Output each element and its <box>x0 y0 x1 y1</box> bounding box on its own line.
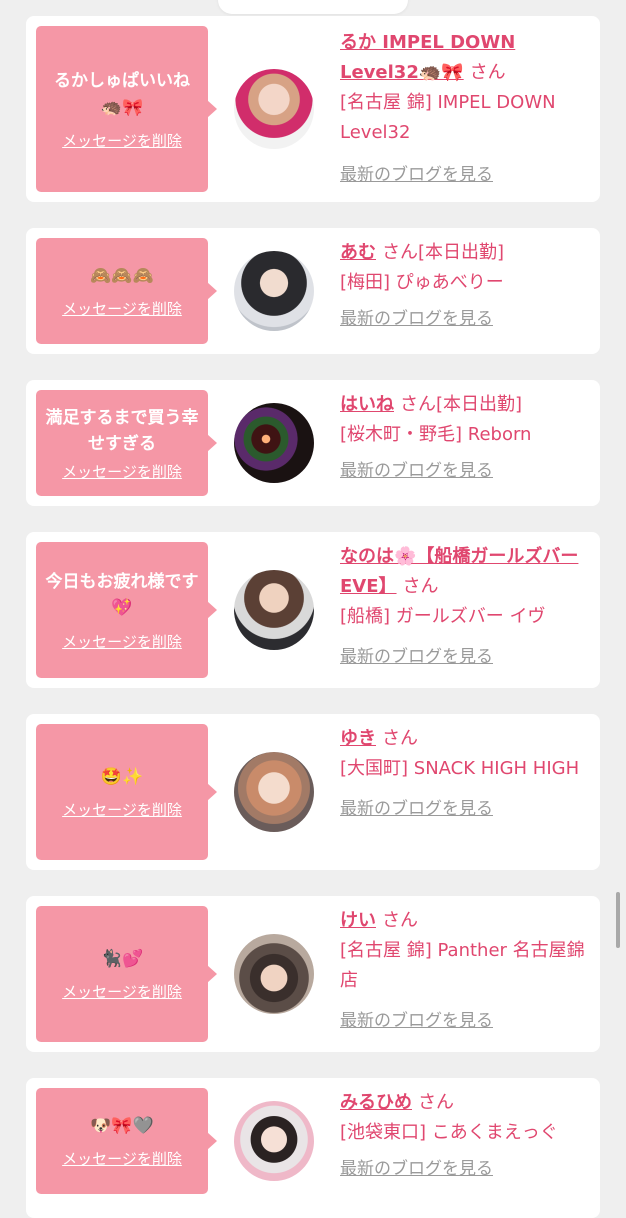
message-text: 今日もお疲れ様です💖 <box>45 571 199 618</box>
card-info: るか IMPEL DOWN Level32🦔🎀 さん [名古屋 錦] IMPEL … <box>340 28 592 190</box>
message-bubble: 🐶🎀🩶 メッセージを削除 <box>36 1088 217 1194</box>
work-status: [本日出勤] <box>418 242 505 263</box>
card-info: ゆき さん [大国町] SNACK HIGH HIGH 最新のブログを見る <box>340 724 592 824</box>
honorific: さん <box>418 1092 454 1113</box>
honorific: さん <box>400 394 436 415</box>
delete-message-link[interactable]: メッセージを削除 <box>62 799 182 820</box>
shop-name: [池袋東口] こあくまえっぐ <box>340 1122 558 1143</box>
delete-message-link[interactable]: メッセージを削除 <box>62 130 182 151</box>
avatar[interactable] <box>234 752 314 832</box>
latest-blog-link[interactable]: 最新のブログを見る <box>340 160 493 190</box>
top-bar-pill <box>218 0 408 14</box>
message-card: 🤩✨ メッセージを削除 ゆき さん [大国町] SNACK HIGH HIGH 最… <box>26 714 600 870</box>
avatar[interactable] <box>234 934 314 1014</box>
scrollbar[interactable] <box>616 892 620 948</box>
message-bubble: 今日もお疲れ様です💖 メッセージを削除 <box>36 542 217 678</box>
honorific: さん <box>469 62 506 83</box>
message-bubble: 🤩✨ メッセージを削除 <box>36 724 217 860</box>
message-text: 満足するまで買う幸せすぎる <box>45 407 199 454</box>
user-name-link[interactable]: はいね <box>340 394 394 415</box>
message-card: るかしゅぱいいね 🦔🎀 メッセージを削除 るか IMPEL DOWN Level… <box>26 16 600 202</box>
avatar[interactable] <box>234 403 314 483</box>
delete-message-link[interactable]: メッセージを削除 <box>62 1148 182 1169</box>
avatar[interactable] <box>234 69 314 149</box>
message-card: 満足するまで買う幸せすぎる メッセージを削除 はいね さん[本日出勤] [桜木町・… <box>26 380 600 506</box>
shop-name: [船橋] ガールズバー イヴ <box>340 606 546 627</box>
shop-name: [名古屋 錦] Panther 名古屋錦店 <box>340 940 585 991</box>
latest-blog-link[interactable]: 最新のブログを見る <box>340 794 493 824</box>
delete-message-link[interactable]: メッセージを削除 <box>62 461 182 482</box>
avatar[interactable] <box>234 570 314 650</box>
message-bubble: 満足するまで買う幸せすぎる メッセージを削除 <box>36 390 217 496</box>
message-emoji: 🐶🎀🩶 <box>90 1116 154 1136</box>
honorific: さん <box>382 910 418 931</box>
latest-blog-link[interactable]: 最新のブログを見る <box>340 456 493 486</box>
honorific: さん <box>382 242 418 263</box>
latest-blog-link[interactable]: 最新のブログを見る <box>340 1006 493 1036</box>
avatar[interactable] <box>234 251 314 331</box>
user-name-link[interactable]: ゆき <box>340 728 376 749</box>
message-text: るかしゅぱいいね <box>54 70 190 91</box>
shop-name: [桜木町・野毛] Reborn <box>340 424 532 445</box>
avatar[interactable] <box>234 1101 314 1181</box>
honorific: さん <box>402 576 439 597</box>
card-info: はいね さん[本日出勤] [桜木町・野毛] Reborn 最新のブログを見る <box>340 390 592 486</box>
card-info: あむ さん[本日出勤] [梅田] ぴゅあべりー 最新のブログを見る <box>340 238 592 334</box>
message-card: 🐶🎀🩶 メッセージを削除 みるひめ さん [池袋東口] こあくまえっぐ 最新のブロ… <box>26 1078 600 1218</box>
message-card: 🙈🙈🙈 メッセージを削除 あむ さん[本日出勤] [梅田] ぴゅあべりー 最新のブ… <box>26 228 600 354</box>
delete-message-link[interactable]: メッセージを削除 <box>62 631 182 652</box>
message-card: 🐈‍⬛💕 メッセージを削除 けい さん [名古屋 錦] Panther 名古屋錦店… <box>26 896 600 1052</box>
message-card: 今日もお疲れ様です💖 メッセージを削除 なのは🌸【船橋ガールズバーEVE】 さん … <box>26 532 600 688</box>
card-info: なのは🌸【船橋ガールズバーEVE】 さん [船橋] ガールズバー イヴ 最新のブロ… <box>340 542 592 672</box>
user-name-link[interactable]: なのは🌸【船橋ガールズバーEVE】 <box>340 546 578 597</box>
user-name-link[interactable]: けい <box>340 910 376 931</box>
delete-message-link[interactable]: メッセージを削除 <box>62 981 182 1002</box>
shop-name: [梅田] ぴゅあべりー <box>340 272 504 293</box>
shop-name: [名古屋 錦] IMPEL DOWN Level32 <box>340 92 556 143</box>
user-name-link[interactable]: みるひめ <box>340 1092 412 1113</box>
honorific: さん <box>382 728 418 749</box>
user-name-link[interactable]: あむ <box>340 242 376 263</box>
delete-message-link[interactable]: メッセージを削除 <box>62 298 182 319</box>
message-emoji: 🐈‍⬛💕 <box>100 949 144 969</box>
message-bubble: 🐈‍⬛💕 メッセージを削除 <box>36 906 217 1042</box>
message-bubble: 🙈🙈🙈 メッセージを削除 <box>36 238 217 344</box>
message-bubble: るかしゅぱいいね 🦔🎀 メッセージを削除 <box>36 26 217 192</box>
message-emoji: 🦔🎀 <box>100 97 144 118</box>
card-info: けい さん [名古屋 錦] Panther 名古屋錦店 最新のブログを見る <box>340 906 592 1036</box>
message-emoji: 🙈🙈🙈 <box>90 266 154 286</box>
latest-blog-link[interactable]: 最新のブログを見る <box>340 1154 493 1184</box>
work-status: [本日出勤] <box>436 394 523 415</box>
card-info: みるひめ さん [池袋東口] こあくまえっぐ 最新のブログを見る <box>340 1088 592 1184</box>
latest-blog-link[interactable]: 最新のブログを見る <box>340 642 493 672</box>
latest-blog-link[interactable]: 最新のブログを見る <box>340 304 493 334</box>
shop-name: [大国町] SNACK HIGH HIGH <box>340 758 580 779</box>
message-emoji: 🤩✨ <box>100 767 144 787</box>
